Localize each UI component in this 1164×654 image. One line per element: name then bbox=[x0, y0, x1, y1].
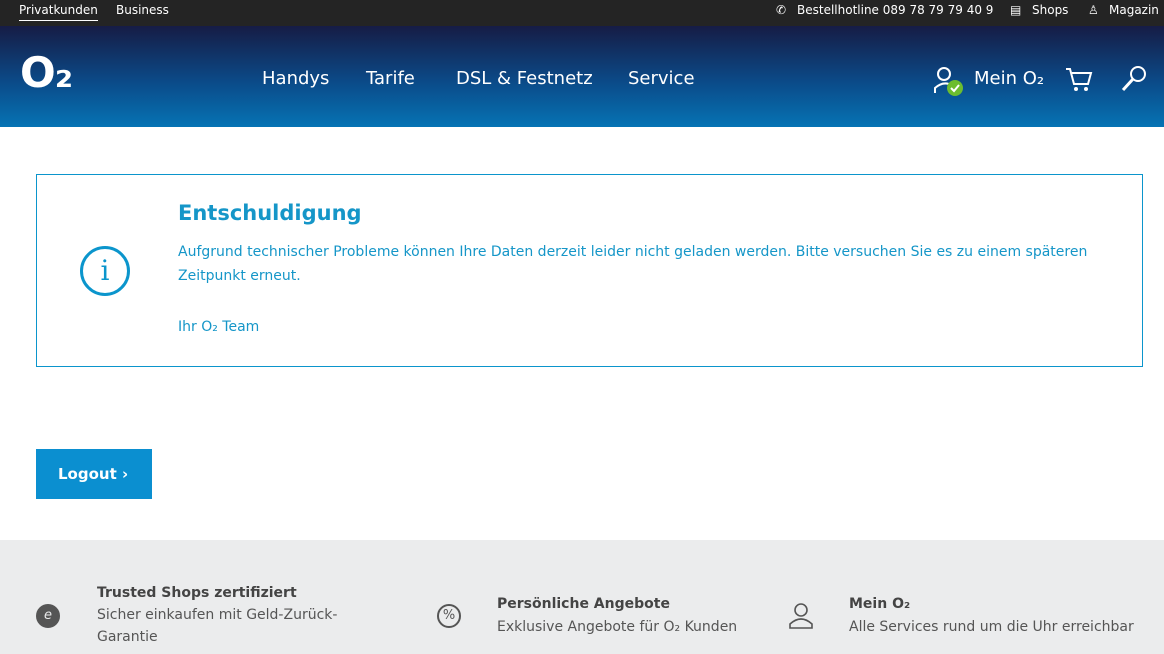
footer-benefits: e Trusted Shops zertifiziert Sicher eink… bbox=[0, 540, 1164, 654]
alert-title: Entschuldigung bbox=[178, 201, 362, 225]
nav-tarife[interactable]: Tarife bbox=[366, 68, 415, 89]
hotline-link[interactable]: Bestellhotline 089 78 79 79 40 9 bbox=[797, 3, 993, 17]
shop-icon: ▤ bbox=[1010, 3, 1022, 17]
magazin-icon: ♙ bbox=[1088, 3, 1099, 17]
mein-o2-link[interactable]: Mein O₂ bbox=[974, 68, 1044, 89]
shops-link[interactable]: Shops bbox=[1032, 3, 1068, 17]
main-header: O₂ Handys Tarife DSL & Festnetz Service … bbox=[0, 26, 1164, 127]
user-icon bbox=[789, 603, 813, 629]
footer-title: Mein O₂ bbox=[849, 596, 911, 612]
phone-icon: ✆ bbox=[776, 3, 787, 17]
search-icon[interactable] bbox=[1120, 64, 1150, 94]
logout-button[interactable]: Logout › bbox=[36, 449, 152, 499]
footer-title: Persönliche Angebote bbox=[497, 596, 670, 612]
alert-signature: Ihr O₂ Team bbox=[178, 319, 260, 335]
footer-text: Sicher einkaufen mit Geld-Zurück-Garanti… bbox=[97, 607, 338, 645]
nav-dsl-festnetz[interactable]: DSL & Festnetz bbox=[456, 68, 593, 89]
nav-handys[interactable]: Handys bbox=[262, 68, 329, 89]
top-bar: Privatkunden Business ✆ Bestellhotline 0… bbox=[0, 0, 1164, 26]
magazin-link[interactable]: Magazin bbox=[1109, 3, 1159, 17]
tab-privatkunden[interactable]: Privatkunden bbox=[19, 3, 98, 21]
footer-title: Trusted Shops zertifiziert bbox=[97, 585, 297, 601]
user-check-icon[interactable] bbox=[932, 66, 966, 98]
cart-icon[interactable] bbox=[1064, 66, 1094, 94]
logout-label: Logout bbox=[58, 465, 117, 483]
alert-message: Aufgrund technischer Probleme können Ihr… bbox=[178, 244, 1088, 284]
o2-logo[interactable]: O₂ bbox=[20, 48, 73, 97]
trusted-shops-icon: e bbox=[36, 604, 60, 628]
footer-text: Alle Services rund um die Uhr erreichbar bbox=[849, 619, 1134, 635]
info-icon: i bbox=[80, 246, 130, 296]
nav-service[interactable]: Service bbox=[628, 68, 695, 89]
footer-text: Exklusive Angebote für O₂ Kunden bbox=[497, 619, 738, 635]
percent-icon: % bbox=[437, 604, 461, 628]
tab-business[interactable]: Business bbox=[116, 3, 169, 17]
chevron-right-icon: › bbox=[122, 465, 129, 483]
